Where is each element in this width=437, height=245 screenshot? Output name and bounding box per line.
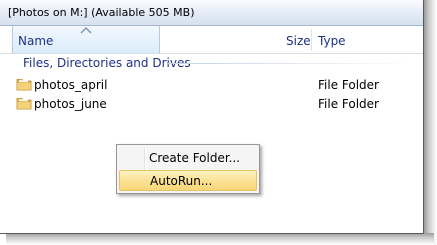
folder-icon	[16, 79, 32, 91]
menu-item-label: AutoRun...	[150, 174, 213, 188]
menu-item-create-folder[interactable]: Create Folder...	[119, 148, 257, 169]
column-header-type[interactable]: Type	[318, 34, 346, 48]
item-name: photos_april	[34, 78, 108, 92]
menu-item-label: Create Folder...	[149, 151, 241, 165]
column-header-bar: Name Size Type	[0, 26, 423, 54]
folder-icon	[16, 98, 32, 110]
list-item[interactable]: photos_april File Folder	[12, 75, 420, 94]
menu-item-autorun[interactable]: AutoRun...	[119, 170, 257, 191]
column-header-size[interactable]: Size	[286, 34, 311, 48]
column-header-name-label: Name	[18, 34, 54, 48]
column-divider[interactable]	[311, 29, 312, 51]
file-browser-window: [Photos on M:] (Available 505 MB) Name S…	[0, 0, 424, 234]
list-item[interactable]: photos_june File Folder	[12, 94, 420, 113]
group-divider	[168, 63, 418, 64]
context-menu: Create Folder... AutoRun...	[116, 144, 260, 194]
item-type: File Folder	[318, 78, 379, 92]
sort-ascending-icon	[80, 27, 92, 34]
location-bar: [Photos on M:] (Available 505 MB)	[0, 0, 423, 26]
window-shadow-right	[423, 0, 437, 245]
group-header[interactable]: Files, Directories and Drives	[23, 56, 191, 70]
item-name: photos_june	[34, 97, 107, 111]
window-shadow-bottom	[6, 233, 434, 245]
column-header-name[interactable]: Name	[12, 26, 160, 53]
screenshot: [Photos on M:] (Available 505 MB) Name S…	[0, 0, 437, 245]
location-text: [Photos on M:] (Available 505 MB)	[8, 6, 195, 19]
item-type: File Folder	[318, 97, 379, 111]
